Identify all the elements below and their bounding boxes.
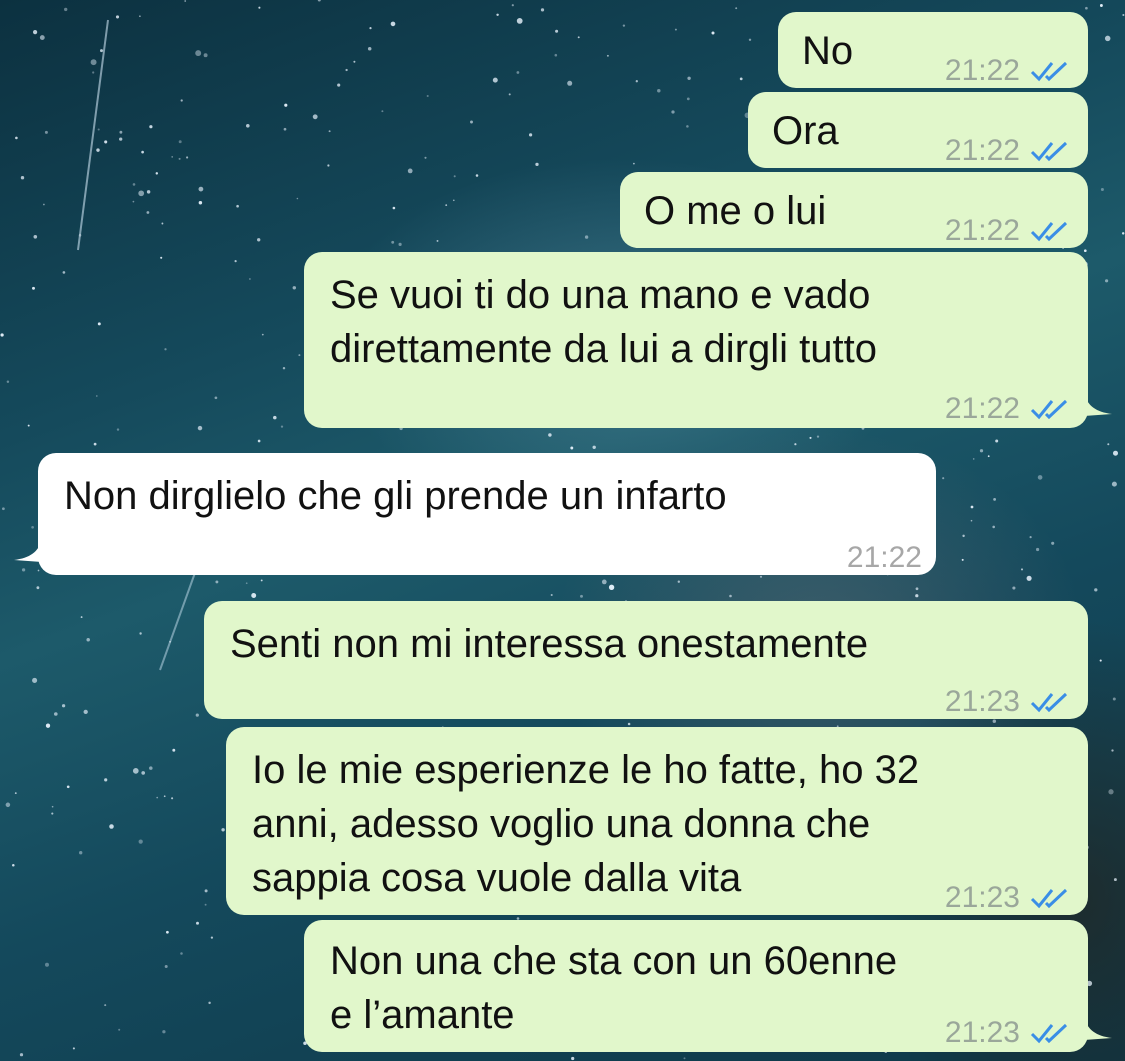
message-meta: 21:22 bbox=[945, 44, 1074, 98]
bubble-tail-incoming bbox=[14, 540, 42, 562]
message-bubble-outgoing[interactable]: Io le mie esperienze le ho fatte, ho 32 … bbox=[226, 727, 1088, 915]
message-meta: 21:23 bbox=[945, 871, 1074, 925]
message-time: 21:22 bbox=[944, 214, 1020, 247]
message-bubble-outgoing[interactable]: O me o lui 21:22 bbox=[620, 172, 1088, 248]
read-double-check-icon bbox=[1030, 1023, 1068, 1044]
message-text: No bbox=[802, 29, 854, 73]
read-double-check-icon bbox=[1030, 141, 1068, 162]
message-bubble-outgoing[interactable]: No 21:22 bbox=[778, 12, 1088, 88]
message-text: Senti non mi interessa onestamente bbox=[230, 622, 869, 666]
message-bubble-incoming[interactable]: Non dirglielo che gli prende un infarto … bbox=[38, 453, 936, 575]
message-text: Non una che sta con un 60enne e l’amante bbox=[330, 939, 898, 1037]
message-time: 21:23 bbox=[944, 685, 1020, 718]
read-double-check-icon bbox=[1030, 221, 1068, 242]
message-text: Non dirglielo che gli prende un infarto bbox=[64, 474, 727, 518]
message-time: 21:22 bbox=[846, 541, 922, 574]
message-bubble-outgoing[interactable]: Senti non mi interessa onestamente 21:23 bbox=[204, 601, 1088, 719]
message-meta: 21:22 bbox=[847, 531, 922, 585]
bubble-tail-outgoing bbox=[1084, 1018, 1112, 1040]
read-double-check-icon bbox=[1030, 399, 1068, 420]
message-meta: 21:22 bbox=[945, 204, 1074, 258]
read-double-check-icon bbox=[1030, 888, 1068, 909]
message-text: Se vuoi ti do una mano e vado direttamen… bbox=[330, 273, 877, 371]
message-time: 21:22 bbox=[944, 54, 1020, 87]
message-text: Io le mie esperienze le ho fatte, ho 32 … bbox=[252, 748, 920, 900]
message-time: 21:22 bbox=[944, 392, 1020, 425]
message-meta: 21:22 bbox=[945, 124, 1074, 178]
message-text: Ora bbox=[772, 109, 839, 153]
message-bubble-outgoing[interactable]: Se vuoi ti do una mano e vado direttamen… bbox=[304, 252, 1088, 428]
read-double-check-icon bbox=[1030, 61, 1068, 82]
message-bubble-outgoing[interactable]: Ora 21:22 bbox=[748, 92, 1088, 168]
message-time: 21:23 bbox=[944, 881, 1020, 914]
message-meta: 21:23 bbox=[945, 675, 1074, 729]
message-meta: 21:22 bbox=[945, 382, 1074, 436]
message-time: 21:23 bbox=[944, 1016, 1020, 1049]
message-bubble-outgoing[interactable]: Non una che sta con un 60enne e l’amante… bbox=[304, 920, 1088, 1052]
message-meta: 21:23 bbox=[945, 1006, 1074, 1060]
message-time: 21:22 bbox=[944, 134, 1020, 167]
read-double-check-icon bbox=[1030, 692, 1068, 713]
message-text: O me o lui bbox=[644, 189, 827, 233]
bubble-tail-outgoing bbox=[1084, 394, 1112, 416]
